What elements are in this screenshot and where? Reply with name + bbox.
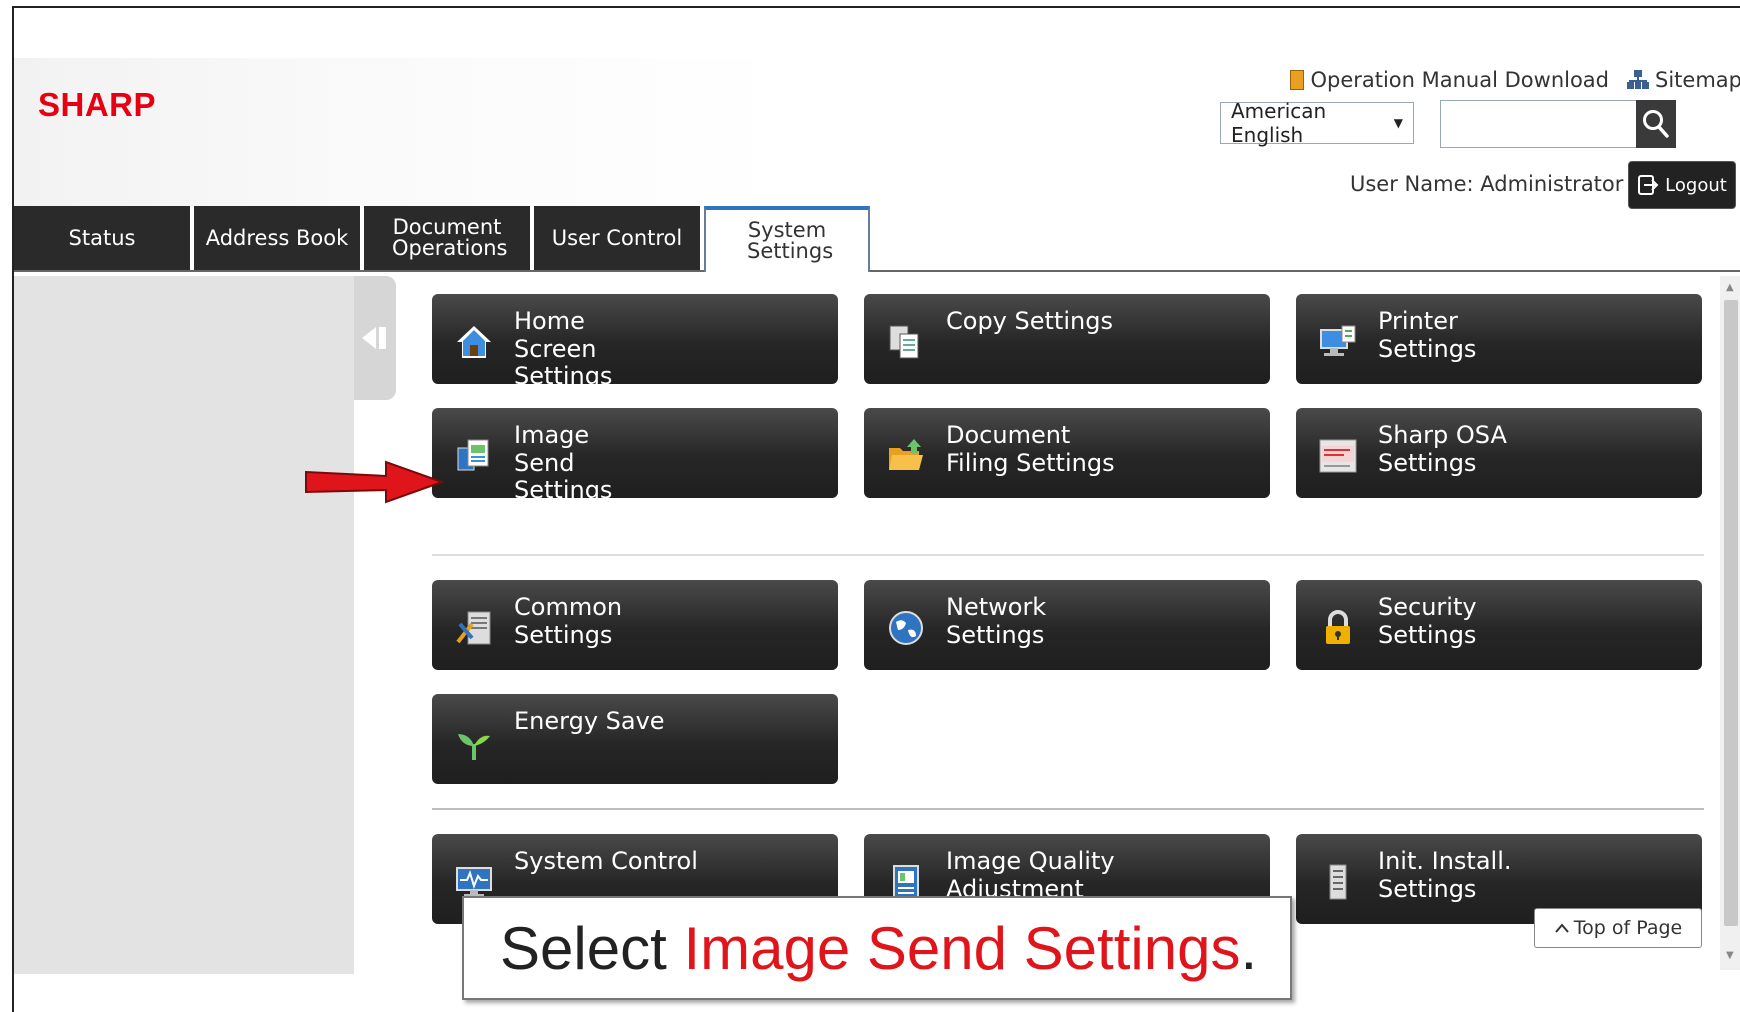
operation-manual-link[interactable]: Operation Manual Download bbox=[1290, 68, 1609, 92]
image-send-settings-button[interactable]: Image Send Settings bbox=[432, 408, 838, 504]
tab-status[interactable]: Status bbox=[14, 206, 192, 270]
copy-settings-label: Copy Settings bbox=[946, 307, 1113, 335]
scroll-down-icon[interactable]: ▼ bbox=[1726, 950, 1734, 961]
printer-settings-label: Printer Settings bbox=[1378, 307, 1477, 363]
search-button[interactable] bbox=[1636, 100, 1676, 148]
globe-icon bbox=[889, 611, 923, 645]
search-icon bbox=[1643, 110, 1669, 138]
common-settings-label: Common Settings bbox=[514, 593, 623, 649]
search-input[interactable] bbox=[1440, 100, 1668, 148]
vertical-scrollbar[interactable]: ▲ ▼ bbox=[1720, 276, 1740, 970]
logout-button[interactable]: Logout bbox=[1628, 161, 1736, 209]
image-send-settings-label: Image Send Settings bbox=[514, 421, 613, 505]
language-select[interactable]: American English ▼ bbox=[1220, 99, 1414, 147]
section-divider bbox=[432, 554, 1704, 556]
sharp-osa-icon bbox=[1319, 439, 1357, 473]
copy-settings-button[interactable]: Copy Settings bbox=[864, 294, 1270, 384]
security-settings-button[interactable]: Security Settings bbox=[1296, 580, 1702, 670]
printer-computer-icon bbox=[1320, 325, 1356, 356]
energy-save-label: Energy Save bbox=[514, 707, 665, 735]
device-tower-icon bbox=[1329, 864, 1347, 900]
image-send-icon bbox=[457, 439, 489, 471]
tab-user-control[interactable]: User Control bbox=[534, 206, 702, 270]
energy-save-button[interactable]: Energy Save bbox=[432, 694, 838, 784]
tab-system-settings-label: System Settings bbox=[747, 218, 834, 263]
scroll-up-icon[interactable]: ▲ bbox=[1726, 282, 1734, 293]
copy-icon bbox=[889, 325, 919, 359]
manual-icon bbox=[1290, 70, 1305, 90]
user-name-label: User Name: Administrator bbox=[1350, 172, 1624, 196]
document-filing-settings-label: Document Filing Settings bbox=[946, 421, 1115, 477]
red-pointer-arrow-icon bbox=[305, 460, 444, 504]
home-icon bbox=[457, 326, 491, 358]
network-settings-label: Network Settings bbox=[946, 593, 1047, 649]
security-settings-label: Security Settings bbox=[1378, 593, 1477, 649]
sitemap-link[interactable]: Sitemap bbox=[1627, 68, 1740, 92]
sharp-osa-settings-label: Sharp OSA Settings bbox=[1378, 421, 1507, 477]
tab-address-book[interactable]: Address Book bbox=[194, 206, 362, 270]
sitemap-icon bbox=[1627, 70, 1650, 90]
chevron-up-icon bbox=[1555, 923, 1569, 933]
collapse-left-icon bbox=[362, 327, 386, 349]
instruction-callout: Select Image Send Settings . bbox=[462, 896, 1292, 1000]
image-quality-adjustment-label: Image Quality Adjustment bbox=[946, 847, 1115, 903]
home-screen-settings-button[interactable]: Home Screen Settings bbox=[432, 294, 838, 390]
tab-document-operations-label: Document Operations bbox=[392, 215, 508, 260]
document-filing-settings-button[interactable]: Document Filing Settings bbox=[864, 408, 1270, 498]
callout-prefix: Select bbox=[500, 914, 684, 982]
tab-user-control-label: User Control bbox=[551, 225, 683, 250]
tab-address-book-label: Address Book bbox=[205, 225, 349, 250]
folder-icon bbox=[889, 439, 923, 470]
tab-status-label: Status bbox=[68, 225, 136, 250]
common-settings-button[interactable]: Common Settings bbox=[432, 580, 838, 670]
top-of-page-label: Top of Page bbox=[1573, 917, 1683, 939]
printer-settings-button[interactable]: Printer Settings bbox=[1296, 294, 1702, 384]
tab-system-settings[interactable]: System Settings bbox=[704, 206, 870, 272]
init-install-settings-label: Init. Install. Settings bbox=[1378, 847, 1512, 903]
tab-document-operations[interactable]: Document Operations bbox=[364, 206, 532, 270]
system-control-label: System Control bbox=[514, 847, 698, 875]
lock-icon bbox=[1326, 610, 1350, 644]
sharp-logo: SHARP bbox=[38, 86, 157, 123]
dropdown-arrow-icon: ▼ bbox=[1393, 116, 1403, 130]
common-settings-icon bbox=[456, 611, 491, 645]
sidebar bbox=[14, 276, 354, 974]
logout-icon bbox=[1638, 175, 1659, 195]
section-divider-2 bbox=[432, 808, 1704, 810]
browser-page: SHARP Operation Manual Download Sitemap bbox=[12, 6, 1740, 1012]
callout-suffix: . bbox=[1240, 914, 1258, 982]
header: SHARP Operation Manual Download Sitemap bbox=[14, 58, 1740, 209]
home-screen-settings-label: Home Screen Settings bbox=[514, 307, 613, 391]
language-value: American English bbox=[1231, 99, 1327, 147]
logout-label: Logout bbox=[1665, 174, 1727, 196]
sharp-osa-settings-button[interactable]: Sharp OSA Settings bbox=[1296, 408, 1702, 498]
main-tabs: Status Address Book Document Operations … bbox=[14, 206, 1740, 272]
top-of-page-button[interactable]: Top of Page bbox=[1534, 908, 1702, 948]
collapse-sidebar-button[interactable] bbox=[354, 276, 396, 400]
sitemap-label: Sitemap bbox=[1655, 68, 1740, 92]
network-settings-button[interactable]: Network Settings bbox=[864, 580, 1270, 670]
scrollbar-thumb[interactable] bbox=[1724, 300, 1738, 926]
top-links: Operation Manual Download Sitemap bbox=[1290, 68, 1740, 92]
callout-highlight: Image Send Settings bbox=[683, 914, 1241, 982]
operation-manual-label: Operation Manual Download bbox=[1310, 68, 1610, 92]
sprout-icon bbox=[458, 734, 490, 760]
